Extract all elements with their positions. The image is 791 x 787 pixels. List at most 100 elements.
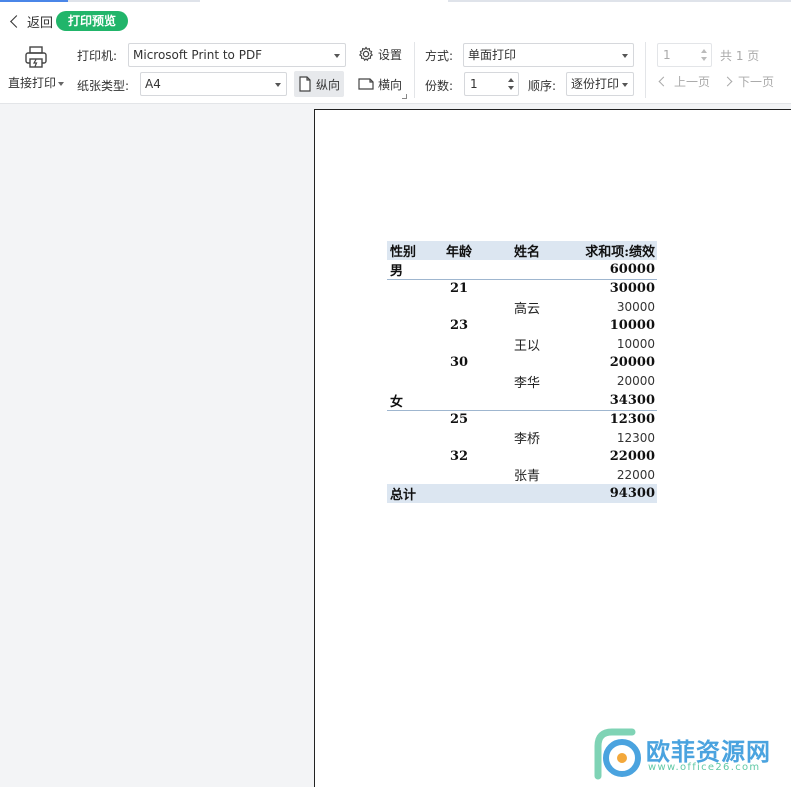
header-age: 年龄 [431, 241, 487, 260]
portrait-label: 纵向 [316, 77, 341, 92]
cell-gender [387, 372, 431, 391]
page-number-stepper[interactable]: 1 [657, 43, 712, 67]
watermark-logo-icon [594, 728, 641, 780]
table-row: 李桥 12300 [387, 428, 657, 448]
toolbar-divider [645, 42, 646, 98]
chevron-left-icon [10, 14, 23, 28]
cell-age [431, 465, 487, 484]
cell-empty [431, 484, 487, 503]
order-value: 逐份打印 [571, 77, 620, 91]
next-page-label: 下一页 [738, 75, 775, 89]
cell-name [487, 317, 567, 335]
chevron-down-icon [622, 54, 628, 58]
cell-value: 30000 [616, 300, 655, 314]
back-label: 返回 [27, 15, 54, 31]
cell-gender [387, 410, 431, 428]
cell-value: 12300 [609, 411, 655, 427]
copies-value: 1 [470, 77, 478, 91]
tab-strip-line-right [448, 0, 791, 2]
method-select[interactable]: 单面打印 [463, 43, 634, 67]
cell-name: 高云 [513, 301, 540, 317]
print-preview-badge: 打印预览 [56, 11, 129, 31]
cell-gender [387, 335, 431, 354]
settings-label: 设置 [378, 47, 403, 62]
stepper-up-icon[interactable] [701, 49, 707, 53]
table-row: 李华 20000 [387, 372, 657, 391]
table-row: 女 34300 [387, 390, 657, 411]
cell-value: 20000 [609, 355, 655, 370]
cell-name [487, 447, 567, 465]
cell-age: 25 [449, 411, 469, 427]
chevron-left-icon [658, 76, 669, 87]
landscape-button[interactable]: 横向 [354, 71, 406, 97]
cell-name: 李华 [513, 375, 540, 391]
grand-total-row: 总计 94300 [387, 484, 657, 503]
cell-gender: 女 [387, 390, 431, 411]
cell-value: 12300 [616, 430, 655, 445]
order-select[interactable]: 逐份打印 [566, 72, 634, 96]
expand-settings-icon[interactable] [402, 94, 407, 99]
cell-gender [387, 317, 431, 335]
header-gender: 性别 [387, 241, 431, 260]
order-label: 顺序: [528, 79, 557, 93]
table-row: 男 60000 [387, 260, 657, 280]
prev-page-label: 上一页 [674, 75, 711, 89]
cell-name [487, 410, 567, 428]
current-page-value: 1 [663, 48, 671, 62]
cell-name [487, 280, 567, 298]
printer-value: Microsoft Print to PDF [133, 48, 263, 62]
copies-label: 份数: [425, 79, 454, 93]
settings-button[interactable]: 设置 [354, 41, 406, 67]
direct-print-label: 直接打印 [7, 76, 56, 90]
watermark-url: www.office26.com [648, 762, 761, 773]
pivot-header-row: 性别 年龄 姓名 求和项:绩效 [387, 241, 657, 260]
printer-select[interactable]: Microsoft Print to PDF [128, 43, 346, 67]
cell-name [487, 354, 567, 372]
copies-stepper[interactable]: 1 [464, 72, 519, 96]
back-button[interactable]: 返回 [8, 12, 54, 31]
cell-value: 22000 [609, 448, 655, 464]
cell-age [431, 335, 487, 354]
cell-value: 10000 [616, 337, 655, 351]
cell-gender [387, 465, 431, 484]
stepper-down-icon[interactable] [508, 86, 514, 90]
cell-value: 60000 [567, 260, 657, 280]
pivot-table: 性别 年龄 姓名 求和项:绩效 男 60000 21 30000 高云 30000 23 10… [387, 241, 657, 503]
cell-value: 10000 [609, 318, 655, 333]
portrait-page-icon [299, 76, 311, 92]
cell-gender [387, 447, 431, 465]
portrait-button[interactable]: 纵向 [294, 71, 345, 97]
table-row: 张青 22000 [387, 465, 657, 485]
prev-page-button[interactable]: 上一页 [658, 73, 711, 90]
stepper-down-icon[interactable] [701, 57, 707, 61]
cell-gender: 男 [387, 260, 431, 280]
cell-name: 王以 [513, 338, 540, 354]
cell-gender [387, 280, 431, 298]
paper-type-label: 纸张类型: [77, 79, 130, 93]
chevron-down-icon [334, 54, 340, 58]
table-row: 高云 30000 [387, 298, 657, 317]
method-label: 方式: [425, 49, 454, 63]
cell-value: 34300 [567, 390, 657, 411]
printer-label: 打印机: [77, 49, 118, 63]
cell-age: 23 [449, 318, 469, 333]
cell-empty [487, 484, 567, 503]
cell-age [431, 372, 487, 391]
table-row: 21 30000 [387, 280, 657, 298]
direct-print-button[interactable]: 直接打印 [6, 42, 66, 92]
stepper-up-icon[interactable] [508, 78, 514, 82]
toolbar-divider [414, 42, 415, 98]
table-row: 25 12300 [387, 410, 657, 428]
cell-gender [387, 298, 431, 317]
cell-age: 21 [449, 281, 469, 297]
printer-icon [25, 46, 47, 68]
table-row: 30 20000 [387, 354, 657, 372]
next-page-button[interactable]: 下一页 [722, 73, 775, 90]
caret-down-icon [58, 81, 64, 86]
cell-value: 30000 [609, 281, 655, 297]
cell-name: 李桥 [513, 432, 540, 447]
paper-type-select[interactable]: A4 [140, 72, 287, 96]
tab-strip-active-line [0, 0, 68, 2]
cell-value: 20000 [616, 374, 655, 388]
cell-value: 22000 [616, 467, 655, 482]
